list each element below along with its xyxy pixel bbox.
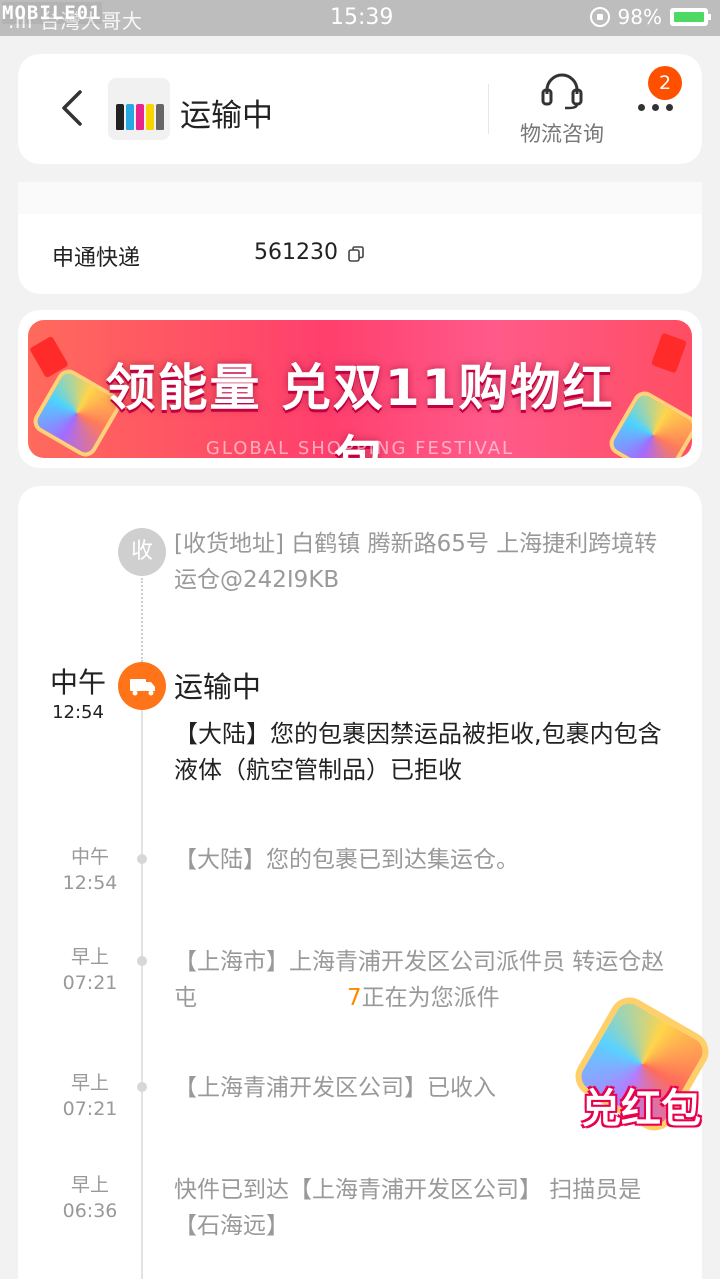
red-packet-label: 兑红包 bbox=[581, 1086, 701, 1132]
header-bar: 运输中 物流咨询 2 bbox=[18, 54, 702, 164]
event-text: 【大陆】您的包裹已到达集运仓。 bbox=[174, 847, 519, 873]
battery-icon bbox=[670, 8, 711, 26]
truck-icon bbox=[130, 679, 155, 696]
event-time: 中午 12:54 bbox=[62, 846, 118, 894]
product-thumbnail[interactable] bbox=[108, 78, 170, 140]
event-time: 早上 07:21 bbox=[62, 1072, 118, 1120]
rotation-lock-icon bbox=[589, 7, 610, 27]
timeline-dot bbox=[137, 854, 147, 864]
logistics-timeline: 收 [收货地址] 白鹤镇 腾新路65号 上海捷利跨境转运仓@242I9KB 中午… bbox=[18, 486, 702, 1279]
back-arrow-icon[interactable] bbox=[58, 88, 88, 128]
timeline-dot bbox=[137, 1082, 147, 1092]
current-event-time: 中午 12:54 bbox=[28, 666, 128, 726]
event-text: 【上海青浦开发区公司】已收入 bbox=[174, 1075, 496, 1101]
promo-banner-card: 领能量 兑双11购物红包 GLOBAL SHOPPING FESTIVAL bbox=[18, 310, 702, 468]
redacted-tracking-prefix bbox=[154, 238, 254, 268]
copy-icon[interactable] bbox=[348, 246, 364, 262]
clock: 15:39 bbox=[330, 5, 394, 30]
notification-badge: 2 bbox=[648, 66, 682, 100]
banner-subtitle: GLOBAL SHOPPING FESTIVAL bbox=[205, 438, 515, 458]
event-time: 早上 07:21 bbox=[62, 946, 118, 994]
support-label: 物流咨询 bbox=[520, 122, 604, 146]
time-period: 中午 bbox=[49, 666, 106, 699]
timeline-dot bbox=[137, 956, 147, 966]
time-clock: 12:54 bbox=[52, 702, 104, 723]
current-event-detail: 【大陆】您的包裹因禁运品被拒收,包裹内包含液体（航空管制品）已拒收 bbox=[174, 720, 662, 784]
red-envelope-icon bbox=[650, 332, 688, 374]
redacted-phone bbox=[197, 985, 347, 1012]
event-text: 快件已到达【上海青浦开发区公司】 扫描员是【石海远】 bbox=[174, 1177, 642, 1239]
tracking-card: 申通快递 561230 bbox=[18, 182, 702, 294]
current-status: 运输中 bbox=[174, 670, 262, 704]
watermark: MOBILE01 bbox=[2, 2, 102, 24]
phone-suffix-link[interactable]: 7 bbox=[347, 985, 362, 1011]
status-bar: .ill 台灣大哥大 MOBILE01 15:39 98% bbox=[0, 0, 720, 36]
red-packet-float-button[interactable]: 兑红包 bbox=[568, 990, 716, 1150]
timeline-line bbox=[141, 710, 143, 1279]
status-icons: 98% bbox=[589, 5, 711, 29]
courier-name: 申通快递 bbox=[52, 246, 141, 271]
battery-percent: 98% bbox=[617, 5, 662, 29]
truck-node bbox=[118, 662, 166, 710]
logistics-support-button[interactable]: 物流咨询 bbox=[516, 72, 608, 148]
receiver-node: 收 bbox=[118, 528, 166, 576]
header-divider bbox=[488, 84, 489, 134]
event-time: 早上 06:36 bbox=[62, 1174, 118, 1222]
promo-banner[interactable]: 领能量 兑双11购物红包 GLOBAL SHOPPING FESTIVAL bbox=[28, 320, 692, 458]
page-title: 运输中 bbox=[180, 98, 273, 134]
headset-icon bbox=[541, 73, 583, 110]
timeline-connector bbox=[141, 578, 143, 662]
tracking-number: 561230 bbox=[254, 240, 338, 265]
receiver-address: [收货地址] 白鹤镇 腾新路65号 上海捷利跨境转运仓@242I9KB bbox=[174, 531, 658, 593]
